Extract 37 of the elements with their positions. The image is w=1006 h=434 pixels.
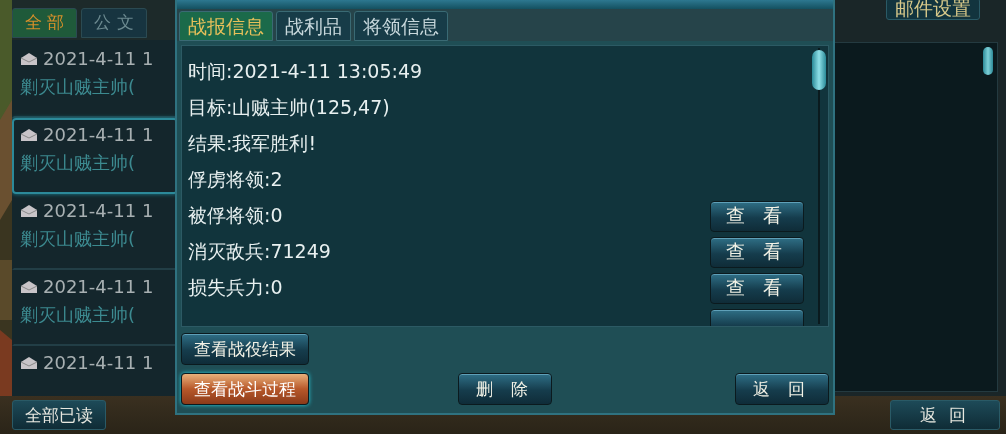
view-button[interactable]: 查 看	[710, 200, 804, 232]
mail-subject: 剿灭山贼主帅(	[20, 151, 137, 175]
envelope-icon	[20, 355, 38, 370]
envelope-icon	[20, 51, 38, 66]
action-button[interactable]: 查看战役结果	[181, 333, 309, 365]
report-tab[interactable]: 战报信息	[179, 11, 273, 41]
report-tab[interactable]: 战利品	[276, 11, 351, 41]
envelope-icon	[20, 203, 38, 218]
mail-date: 2021-4-11 1	[43, 276, 154, 297]
report-line: 结果:我军胜利!	[188, 131, 317, 156]
report-line: 消灭敌兵:71249	[188, 239, 331, 264]
scrollbar-thumb[interactable]	[812, 50, 826, 90]
scrollbar-thumb[interactable]	[983, 47, 993, 75]
action-button[interactable]: 查看战斗过程	[181, 373, 309, 405]
mail-date: 2021-4-11 1	[43, 48, 154, 69]
report-line: 损失兵力:0	[188, 275, 283, 300]
report-line: 俘虏将领:2	[188, 167, 283, 192]
back-button[interactable]: 返 回	[890, 400, 1000, 430]
mail-subject: 剿灭山贼主帅(	[20, 75, 137, 99]
mail-date: 2021-4-11 1	[43, 200, 154, 221]
envelope-icon	[20, 127, 38, 142]
mail-date: 2021-4-11 1	[43, 124, 154, 145]
view-button[interactable]: 查 看	[710, 272, 804, 304]
report-line: 被俘将领:0	[188, 203, 283, 228]
mail-subject: 剿灭山贼主帅(	[20, 227, 137, 251]
report-line: 时间:2021-4-11 13:05:49	[188, 59, 423, 84]
report-tab[interactable]: 将领信息	[354, 11, 448, 41]
mark-all-read-button[interactable]: 全部已读	[12, 400, 106, 430]
mail-subject: 剿灭山贼主帅(	[20, 303, 137, 327]
mail-tab[interactable]: 公 文	[81, 8, 147, 38]
mail-date: 2021-4-11 1	[43, 352, 154, 373]
view-button[interactable]: 查 看	[710, 236, 804, 268]
action-button[interactable]: 返 回	[735, 373, 829, 405]
mail-settings-button[interactable]: 邮件设置	[886, 0, 980, 20]
report-line: 目标:山贼主帅(125,47)	[188, 95, 390, 120]
envelope-icon	[20, 279, 38, 294]
action-button[interactable]: 删 除	[458, 373, 552, 405]
